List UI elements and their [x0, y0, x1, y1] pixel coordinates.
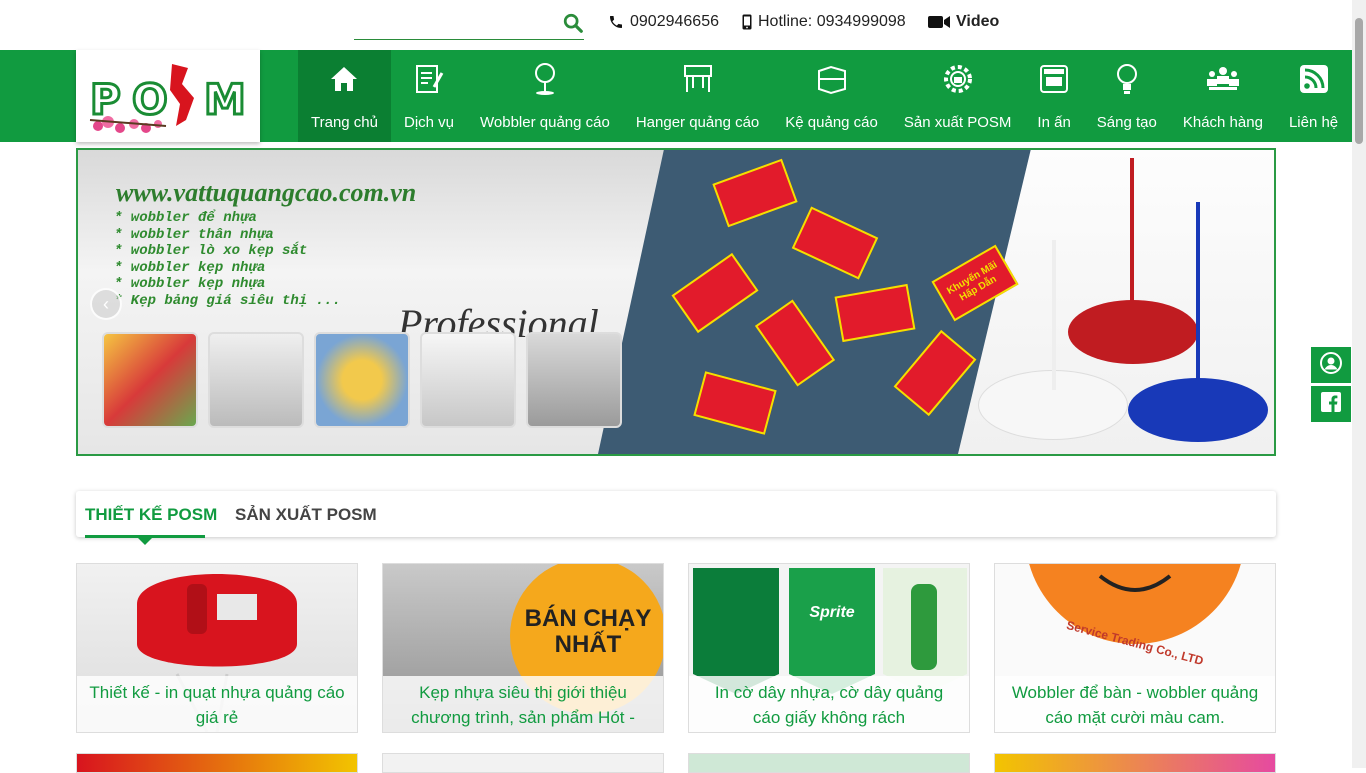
search-input[interactable]	[354, 10, 554, 39]
banner-feature-line: * Kẹp bảng giá siêu thị ...	[114, 292, 341, 309]
nav-item-9[interactable]: Liên hệ	[1276, 50, 1351, 142]
factory-gear-icon	[941, 60, 975, 98]
phone-icon	[608, 14, 624, 30]
svg-text:O: O	[132, 75, 168, 124]
product-card-partial[interactable]	[688, 753, 970, 773]
nav-item-label: Khách hàng	[1182, 114, 1263, 131]
product-thumb	[208, 332, 304, 428]
nav-item-label: Hanger quảng cáo	[635, 114, 760, 131]
rss-icon	[1299, 60, 1329, 98]
blue-wire	[1196, 202, 1200, 398]
card-caption: Thiết kế - in quạt nhựa quảng cáo giá rẻ	[77, 676, 357, 732]
nav-item-label: Dịch vụ	[403, 114, 455, 131]
hotline-number: Hotline: 0934999098	[758, 13, 906, 30]
card-overlay-text: Sprite	[809, 604, 855, 621]
product-card[interactable]: Sprite In cờ dây nhựa, cờ dây quảng cáo …	[688, 563, 970, 733]
nav-item-label: Trang chủ	[311, 114, 378, 131]
banner-feature-line: * wobbler kẹp nhựa	[114, 259, 266, 276]
phone-contact[interactable]: 0902946656	[608, 13, 719, 31]
product-card-partial[interactable]	[76, 753, 358, 773]
printer-icon	[1038, 60, 1070, 98]
product-card-partial[interactable]	[382, 753, 664, 773]
search-icon[interactable]	[562, 12, 584, 34]
white-wire	[1052, 240, 1056, 390]
red-wire	[1130, 158, 1134, 328]
facebook-icon	[1320, 391, 1342, 418]
card-caption: In cờ dây nhựa, cờ dây quảng cáo giấy kh…	[689, 676, 969, 732]
customers-icon	[1205, 60, 1241, 98]
banner-prev-button[interactable]: ‹	[90, 288, 122, 320]
lightbulb-icon	[1114, 60, 1140, 98]
nav-item-label: In ấn	[1037, 114, 1071, 131]
nav-item-label: Sản xuất POSM	[903, 114, 1012, 131]
hotline-contact[interactable]: Hotline: 0934999098	[742, 13, 906, 31]
nav-item-label: Sáng tạo	[1096, 114, 1157, 131]
phone-number: 0902946656	[630, 13, 719, 30]
nav-item-2[interactable]: Wobbler quảng cáo	[467, 50, 623, 142]
nav-item-4[interactable]: Kệ quảng cáo	[772, 50, 891, 142]
facebook-button[interactable]	[1311, 386, 1351, 422]
site-logo[interactable]: P O M	[76, 50, 260, 142]
card-overlay-text: BÁN CHẠY NHẤT	[524, 605, 652, 658]
home-icon	[329, 60, 359, 98]
tab-thiet-ke-posm[interactable]: THIẾT KẾ POSM	[85, 505, 217, 525]
product-card-partial[interactable]	[994, 753, 1276, 773]
video-camera-icon	[928, 15, 950, 29]
banner-feature-line: * wobbler kẹp nhựa	[114, 276, 266, 292]
card-caption: Wobbler để bàn - wobbler quảng cáo mặt c…	[995, 676, 1275, 732]
hanger-icon	[681, 60, 715, 98]
page-scrollbar[interactable]	[1352, 0, 1366, 768]
product-thumb	[420, 332, 516, 428]
banner-feature-line: * wobbler thân nhựa	[114, 226, 274, 243]
nav-menu: Trang chủ Dịch vụ Wobbler quảng cáo Hanger …	[298, 50, 1351, 142]
card-caption: Kẹp nhựa siêu thị giới thiệu chương trìn…	[383, 676, 663, 732]
product-thumb	[314, 332, 410, 428]
document-edit-icon	[414, 60, 444, 98]
nav-item-7[interactable]: Sáng tạo	[1084, 50, 1170, 142]
nav-item-label: Kệ quảng cáo	[785, 114, 878, 131]
nav-item-3[interactable]: Hanger quảng cáo	[623, 50, 772, 142]
product-card[interactable]: BÁN CHẠY NHẤT Kẹp nhựa siêu thị giới thi…	[382, 563, 664, 733]
category-tabs: THIẾT KẾ POSM SẢN XUẤT POSM	[76, 491, 1276, 545]
nav-item-label: Wobbler quảng cáo	[480, 114, 610, 131]
user-icon	[1319, 351, 1343, 380]
scrollbar-thumb[interactable]	[1355, 18, 1363, 144]
banner-features: * wobbler để nhựa * wobbler thân nhựa * …	[114, 210, 341, 309]
video-link[interactable]: Video	[928, 13, 999, 31]
top-bar: 0902946656 Hotline: 0934999098 Video	[0, 0, 1352, 50]
nav-item-0[interactable]: Trang chủ	[298, 50, 391, 142]
account-button[interactable]	[1311, 347, 1351, 383]
nav-item-8[interactable]: Khách hàng	[1170, 50, 1276, 142]
banner-feature-line: * wobbler lò xo kẹp sắt	[114, 243, 308, 259]
video-label: Video	[956, 13, 1000, 30]
mobile-icon	[742, 14, 752, 30]
product-thumb	[526, 332, 622, 428]
nav-item-6[interactable]: In ấn	[1024, 50, 1083, 142]
product-thumb	[102, 332, 198, 428]
active-tab-arrow-icon	[137, 537, 153, 545]
product-card[interactable]: Service Trading Co., LTD Wobbler để bàn …	[994, 563, 1276, 733]
product-card[interactable]: Thiết kế - in quạt nhựa quảng cáo giá rẻ	[76, 563, 358, 733]
hero-banner: Khuyến Mãi Hấp Dẫn www.vattuquangcao.com…	[76, 148, 1276, 456]
wobbler-icon	[530, 60, 560, 98]
tab-san-xuat-posm[interactable]: SẢN XUẤT POSM	[235, 505, 377, 525]
banner-feature-line: * wobbler để nhựa	[114, 210, 257, 226]
nav-item-label: Liên hệ	[1288, 114, 1339, 131]
nav-item-5[interactable]: Sản xuất POSM	[891, 50, 1025, 142]
search-box	[354, 10, 584, 40]
shelf-icon	[815, 60, 849, 98]
nav-item-1[interactable]: Dịch vụ	[391, 50, 467, 142]
banner-url: www.vattuquangcao.com.vn	[116, 178, 417, 207]
svg-text:M: M	[204, 75, 246, 124]
